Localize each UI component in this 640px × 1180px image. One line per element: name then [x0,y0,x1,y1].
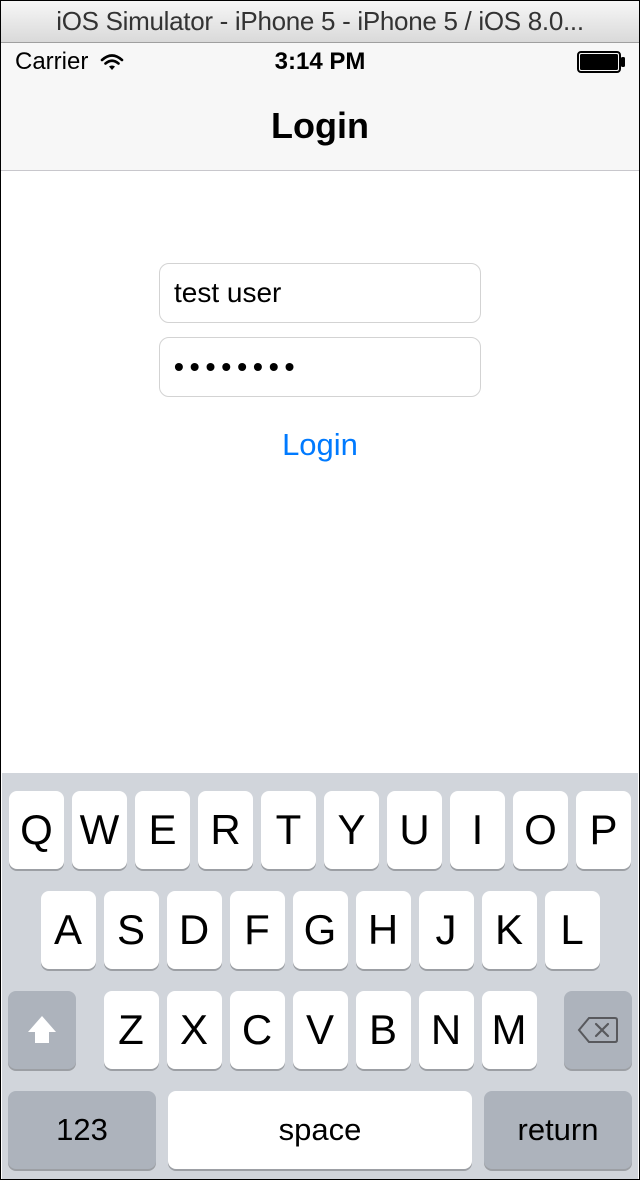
keyboard-row-4: 123 space return [8,1091,632,1169]
status-left: Carrier [15,48,126,76]
ios-status-bar: Carrier 3:14 PM [1,43,639,81]
key-k[interactable]: K [482,891,537,969]
keyboard-row-1: QWERTYUIOP [8,791,632,869]
key-y[interactable]: Y [324,791,379,869]
keyboard-row-3: ZXCVBNM [8,991,632,1069]
password-field[interactable]: •••••••• [159,337,481,397]
backspace-key[interactable] [564,991,632,1069]
username-field[interactable] [159,263,481,323]
key-r[interactable]: R [198,791,253,869]
key-d[interactable]: D [167,891,222,969]
key-o[interactable]: O [513,791,568,869]
nav-bar: Login [1,81,639,171]
mac-window-titlebar: iOS Simulator - iPhone 5 - iPhone 5 / iO… [1,1,639,43]
key-v[interactable]: V [293,991,348,1069]
keyboard-row-2: ASDFGHJKL [8,891,632,969]
key-c[interactable]: C [230,991,285,1069]
wifi-icon [98,52,126,72]
battery-icon [577,51,627,73]
key-z[interactable]: Z [104,991,159,1069]
ios-keyboard: QWERTYUIOP ASDFGHJKL ZXCVBNM 123 space r… [2,773,638,1179]
page-title: Login [271,105,369,147]
key-j[interactable]: J [419,891,474,969]
mac-window-title: iOS Simulator - iPhone 5 - iPhone 5 / iO… [56,6,584,37]
shift-key[interactable] [8,991,76,1069]
key-p[interactable]: P [576,791,631,869]
key-h[interactable]: H [356,891,411,969]
key-w[interactable]: W [72,791,127,869]
key-a[interactable]: A [41,891,96,969]
status-time: 3:14 PM [275,48,366,76]
key-s[interactable]: S [104,891,159,969]
key-l[interactable]: L [545,891,600,969]
key-u[interactable]: U [387,791,442,869]
key-b[interactable]: B [356,991,411,1069]
carrier-label: Carrier [15,48,88,76]
return-key[interactable]: return [484,1091,632,1169]
key-m[interactable]: M [482,991,537,1069]
key-f[interactable]: F [230,891,285,969]
space-key[interactable]: space [168,1091,472,1169]
login-form: •••••••• Login [1,171,639,463]
key-g[interactable]: G [293,891,348,969]
key-n[interactable]: N [419,991,474,1069]
key-q[interactable]: Q [9,791,64,869]
login-button[interactable]: Login [282,427,358,463]
key-t[interactable]: T [261,791,316,869]
key-e[interactable]: E [135,791,190,869]
numbers-key[interactable]: 123 [8,1091,156,1169]
key-i[interactable]: I [450,791,505,869]
key-x[interactable]: X [167,991,222,1069]
